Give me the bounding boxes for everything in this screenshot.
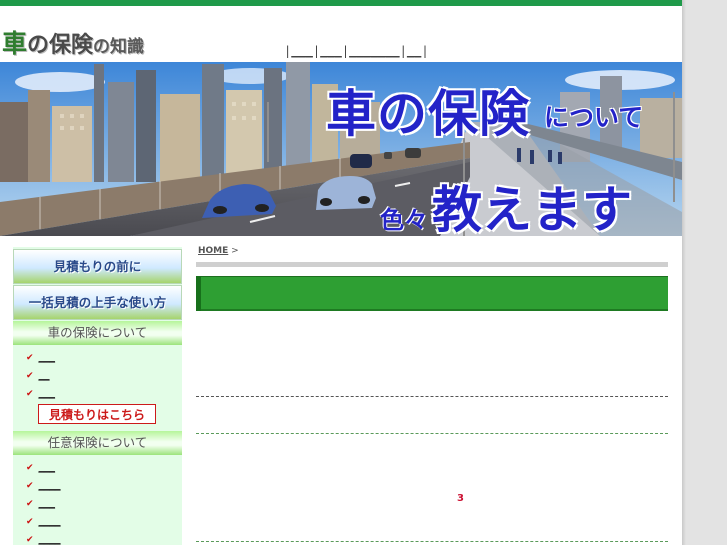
content-divider — [196, 396, 668, 397]
check-icon: ✔ — [26, 481, 34, 491]
page-title-bar — [196, 276, 668, 311]
voluntary-insurance-link-3[interactable]: ___ — [39, 496, 56, 509]
hero-banner: 車の保険 について 色々 教えます — [0, 62, 682, 236]
list-item: ✔ ___ — [26, 458, 61, 476]
logo-word-insurance: 保険 — [49, 33, 94, 58]
list-item: ✔ ____ — [26, 530, 61, 545]
site-logo[interactable]: 車の保険の知識 — [2, 24, 144, 60]
banner-subheadline: 教えます — [432, 181, 632, 236]
banner-sub-prefix: 色々 — [380, 206, 428, 234]
check-icon: ✔ — [26, 517, 34, 527]
header-link-1[interactable]: ___ — [291, 44, 313, 58]
page-edge-shadow — [682, 0, 686, 545]
logo-char-car: 車 — [2, 29, 28, 58]
breadcrumb: HOME > — [198, 246, 239, 256]
list-item: ✔ ___ — [26, 494, 61, 512]
voluntary-insurance-link-4[interactable]: ____ — [39, 514, 61, 527]
header-link-2[interactable]: ___ — [320, 44, 342, 58]
car-insurance-link-2[interactable]: __ — [39, 368, 50, 381]
section-header-voluntary-insurance: 任意保険について — [13, 431, 182, 455]
check-icon: ✔ — [26, 389, 34, 399]
list-item: ✔ ____ — [26, 476, 61, 494]
car-insurance-link-1[interactable]: ___ — [39, 350, 56, 363]
breadcrumb-separator: > — [231, 246, 239, 256]
nav-button-bulk-quote-tips[interactable]: 一括見積の上手な使い方 — [13, 285, 182, 320]
logo-char-no-2: の — [93, 37, 111, 57]
breadcrumb-divider — [196, 262, 668, 267]
voluntary-insurance-link-1[interactable]: ___ — [39, 460, 56, 473]
voluntary-insurance-link-5[interactable]: ____ — [39, 532, 61, 545]
nav-button-before-quote[interactable]: 見積もりの前に — [13, 249, 182, 284]
sidebar: 見積もりの前に 一括見積の上手な使い方 車の保険について ✔ ___ ✔ __ ✔ _… — [13, 247, 182, 545]
voluntary-insurance-link-list: ✔ ___ ✔ ____ ✔ ___ ✔ ____ ✔ ____ — [26, 458, 61, 545]
section-header-car-insurance: 車の保険について — [13, 321, 182, 345]
banner-headline: 車の保険 — [326, 85, 530, 143]
logo-char-no: の — [27, 33, 50, 58]
check-icon: ✔ — [26, 353, 34, 363]
page: 車の保険の知識 |___|___|_______|__| 車の保険 について 色… — [0, 0, 682, 545]
voluntary-insurance-link-2[interactable]: ____ — [39, 478, 61, 491]
header-links: |___|___|_______|__| — [284, 44, 429, 58]
header-link-3[interactable]: _______ — [349, 44, 400, 58]
content-marker: 3 — [457, 493, 464, 504]
list-item: ✔ ___ — [26, 384, 55, 402]
list-item: ✔ ___ — [26, 348, 55, 366]
check-icon: ✔ — [26, 535, 34, 545]
get-quote-button[interactable]: 見積もりはこちら — [38, 404, 156, 424]
breadcrumb-home-link[interactable]: HOME — [198, 246, 228, 256]
check-icon: ✔ — [26, 499, 34, 509]
content-divider — [196, 541, 668, 542]
top-accent-bar — [0, 0, 682, 6]
car-insurance-link-3[interactable]: ___ — [39, 386, 56, 399]
content-divider — [196, 433, 668, 434]
logo-word-knowledge: 知識 — [110, 37, 145, 57]
car-insurance-link-list: ✔ ___ ✔ __ ✔ ___ — [26, 348, 55, 402]
list-item: ✔ ____ — [26, 512, 61, 530]
list-item: ✔ __ — [26, 366, 55, 384]
header-link-4[interactable]: __ — [407, 44, 421, 58]
check-icon: ✔ — [26, 463, 34, 473]
banner-headline-suffix: について — [544, 103, 644, 132]
check-icon: ✔ — [26, 371, 34, 381]
